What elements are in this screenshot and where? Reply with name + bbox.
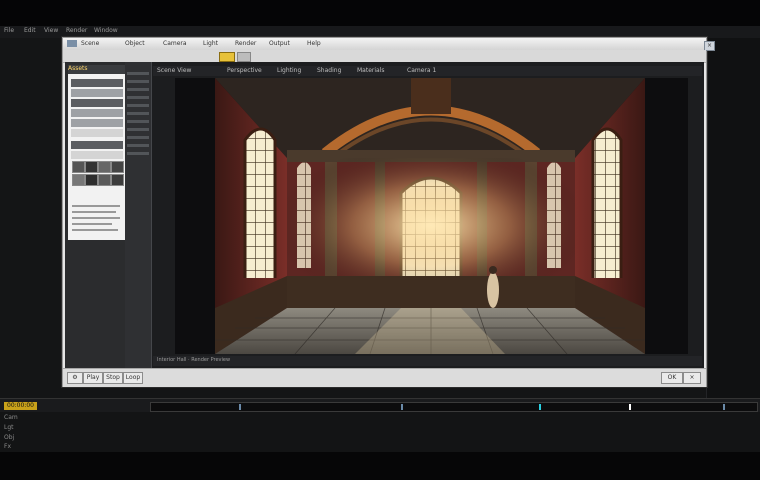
title-item-output[interactable]: Output [269,40,290,47]
stop-button[interactable]: Stop [103,372,123,384]
keyframe-marker[interactable] [723,404,725,410]
title-item-render[interactable]: Render [235,40,256,47]
menu-view[interactable]: View [44,27,58,34]
menu-file[interactable]: File [4,27,14,34]
tool-icon[interactable] [237,52,251,62]
thumbnail-grid [72,161,124,197]
layer-row[interactable] [127,72,149,75]
thumbnail[interactable] [72,174,85,186]
asset-browser: Assets [68,65,125,240]
layer-row[interactable] [127,80,149,83]
title-item-help[interactable]: Help [307,40,321,47]
asset-row[interactable] [71,79,123,87]
tab-lighting[interactable]: Lighting [277,67,301,74]
playhead[interactable] [629,404,631,410]
title-item-object[interactable]: Object [125,40,145,47]
title-item-light[interactable]: Light [203,40,218,47]
layer-row[interactable] [127,152,149,155]
close-icon[interactable]: × [683,372,701,384]
tab-scene-view[interactable]: Scene View [157,67,191,74]
render-viewport[interactable] [175,78,688,354]
tab-materials[interactable]: Materials [357,67,385,74]
thumbnail[interactable] [111,174,124,186]
asset-row[interactable] [71,129,123,137]
thumbnail[interactable] [72,161,85,173]
title-item-camera[interactable]: Camera [163,40,187,47]
viewport-tab-bar: Scene View Perspective Lighting Shading … [153,66,702,76]
text-line [72,211,116,213]
keyframe-marker[interactable] [401,404,403,410]
status-text: Interior Hall · Render Preview [157,357,231,363]
tab-shading[interactable]: Shading [317,67,341,74]
layer-column [125,62,152,368]
asset-row[interactable] [71,151,123,159]
text-line [72,223,112,225]
right-panel [706,38,760,398]
text-line [72,205,120,207]
asset-browser-header: Assets [68,65,125,74]
layer-row[interactable] [127,96,149,99]
thumbnail[interactable] [85,174,98,186]
text-line [72,217,120,219]
title-item-scene[interactable]: Scene [81,40,99,47]
thumbnail[interactable] [111,161,124,173]
layer-row[interactable] [127,112,149,115]
interior-hall-render [175,78,688,354]
asset-row[interactable] [71,119,123,127]
layer-row[interactable] [127,104,149,107]
tab-camera[interactable]: Camera 1 [407,67,436,74]
asset-row[interactable] [71,89,123,97]
menu-window[interactable]: Window [94,27,118,34]
track-label[interactable]: Obj [4,434,14,441]
track-label[interactable]: Cam [4,414,18,421]
asset-row[interactable] [71,99,123,107]
thumbnail[interactable] [98,174,111,186]
layer-row[interactable] [127,136,149,139]
tab-perspective[interactable]: Perspective [227,67,262,74]
thumbnail[interactable] [98,161,111,173]
loop-button[interactable]: Loop [123,372,143,384]
timeline-bar: 00:00:00 [0,398,760,413]
track-label[interactable]: Fx [4,443,11,450]
text-line [72,229,118,231]
asset-row[interactable] [71,109,123,117]
editor-area: Assets Scene View Perspective Lighting S… [65,62,704,368]
layer-row[interactable] [127,120,149,123]
ok-button[interactable]: OK [661,372,683,384]
timecode-display[interactable]: 00:00:00 [4,402,37,410]
timeline-track[interactable] [150,402,758,412]
keyframe-marker[interactable] [239,404,241,410]
menu-edit[interactable]: Edit [24,27,36,34]
viewport-status-bar: Interior Hall · Render Preview [153,356,702,366]
asset-row[interactable] [71,141,123,149]
asset-sidebar: Assets [65,62,126,368]
menu-render[interactable]: Render [66,27,87,34]
main-window: Scene Object Camera Light Render Output … [62,37,715,387]
play-button[interactable]: Play [83,372,103,384]
settings-icon[interactable]: ⚙ [67,372,83,384]
track-list: Cam Lgt Obj Fx [0,412,760,452]
layer-row[interactable] [127,128,149,131]
thumbnail[interactable] [85,161,98,173]
layer-row[interactable] [127,144,149,147]
bottom-bar [0,452,760,480]
keyframe-marker[interactable] [539,404,541,410]
top-system-bar [0,0,760,26]
highlight-tool-icon[interactable] [219,52,235,62]
layer-row[interactable] [127,88,149,91]
track-label[interactable]: Lgt [4,424,14,431]
window-bottom-bar: ⚙ Play Stop Loop OK × [63,368,706,387]
app-icon [67,40,77,47]
